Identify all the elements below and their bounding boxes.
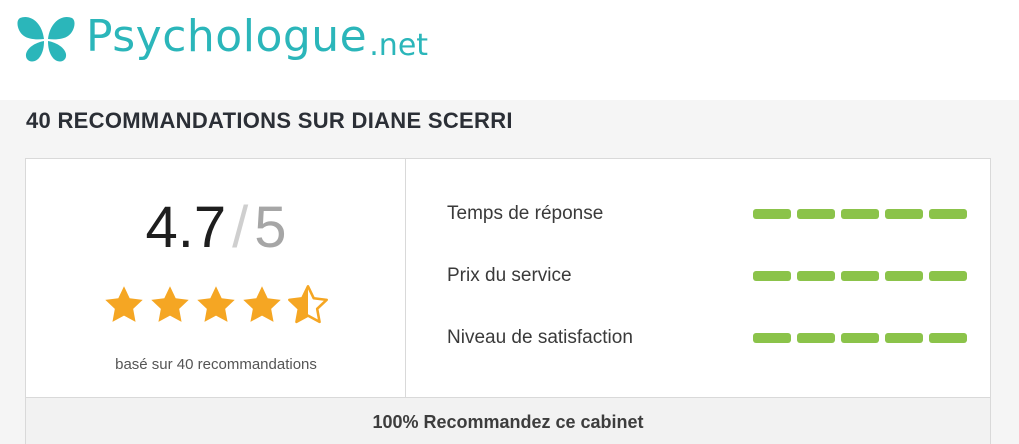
site-header: Psychologue .net — [0, 0, 1019, 100]
recommendations-card: 4.7/5 basé sur 40 recommandations Temps … — [25, 158, 991, 444]
level-bar-segment — [929, 333, 967, 343]
criterion-row: Temps de réponse — [447, 199, 967, 229]
star-full-icon — [243, 286, 281, 322]
level-bar-segment — [753, 209, 791, 219]
criterion-row: Prix du service — [447, 261, 967, 291]
rating-score: 4.7/5 — [26, 195, 406, 261]
logo[interactable]: Psychologue .net — [16, 12, 428, 66]
level-bar-segment — [797, 333, 835, 343]
star-full-icon — [151, 286, 189, 322]
score-max: 5 — [254, 195, 287, 260]
butterfly-logo-icon — [17, 16, 75, 62]
level-bar-segment — [841, 333, 879, 343]
star-rating — [102, 283, 330, 327]
level-bar-segment — [929, 209, 967, 219]
criterion-label: Temps de réponse — [447, 203, 604, 224]
level-bar-segment — [885, 209, 923, 219]
score-value: 4.7 — [145, 195, 227, 260]
level-bar-segment — [885, 333, 923, 343]
rating-summary: 4.7/5 basé sur 40 recommandations — [26, 159, 406, 397]
page-title: 40 RECOMMANDATIONS SUR DIANE SCERRI — [26, 108, 513, 133]
brand-name: Psychologue — [86, 11, 368, 62]
level-bar-segment — [797, 209, 835, 219]
level-bar-segment — [841, 209, 879, 219]
criterion-level-bars — [753, 333, 967, 343]
criterion-level-bars — [753, 209, 967, 219]
level-bar-segment — [797, 271, 835, 281]
star-full-icon — [197, 286, 235, 322]
level-bar-segment — [753, 333, 791, 343]
criterion-label: Niveau de satisfaction — [447, 327, 633, 348]
star-full-icon — [105, 286, 143, 322]
based-on-count: basé sur 40 recommandations — [115, 356, 317, 373]
level-bar-segment — [885, 271, 923, 281]
criterion-level-bars — [753, 271, 967, 281]
criteria-panel: Temps de réponse Prix du service Niveau … — [407, 159, 991, 397]
score-separator: / — [232, 195, 249, 260]
recommend-footer: 100% Recommandez ce cabinet — [26, 397, 990, 444]
level-bar-segment — [753, 271, 791, 281]
level-bar-segment — [929, 271, 967, 281]
level-bar-segment — [841, 271, 879, 281]
brand-tld: .net — [369, 27, 429, 63]
criterion-label: Prix du service — [447, 265, 572, 286]
recommend-percentage-text: 100% Recommandez ce cabinet — [372, 412, 644, 432]
criterion-row: Niveau de satisfaction — [447, 323, 967, 353]
star-half-icon — [288, 285, 328, 324]
